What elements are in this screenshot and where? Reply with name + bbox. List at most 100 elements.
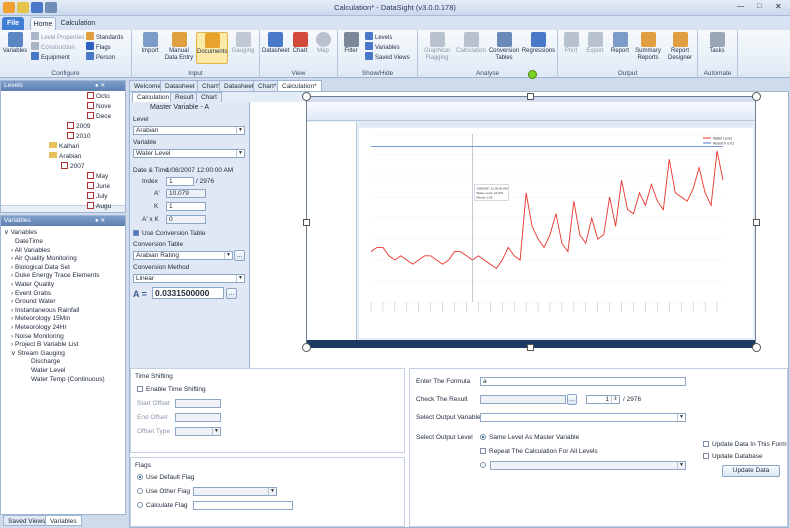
tab-calculation[interactable]: Calculation [58, 17, 98, 30]
variable-item[interactable]: Water Level [31, 367, 65, 376]
variables-pin-icon[interactable]: ● ✕ [95, 217, 105, 224]
rotate-handle[interactable] [528, 70, 537, 79]
result-browse-button[interactable]: … [226, 288, 237, 299]
start-offset-input[interactable] [175, 399, 221, 408]
update-form-checkbox[interactable]: Update Data In This Form [703, 441, 787, 448]
use-other-flag-radio[interactable]: Use Other Flag [137, 488, 190, 495]
graphical-flagging-button[interactable]: Graphical Flagging [420, 32, 454, 62]
resize-handle[interactable] [752, 92, 761, 101]
map-button[interactable]: Map [312, 32, 334, 55]
tab-saved-views[interactable]: Saved Views [3, 515, 51, 526]
variable-item[interactable]: › Ground Water [11, 298, 56, 307]
output-variable-select[interactable]: ▼ [480, 413, 686, 422]
level-row[interactable]: July [87, 192, 108, 201]
doc-tab[interactable]: Calculation* [277, 80, 322, 91]
same-level-radio[interactable]: Same Level As Master Variable [480, 434, 579, 441]
other-level-radio[interactable] [480, 462, 489, 469]
report-button[interactable]: Report [608, 32, 632, 55]
calculate-flag-input[interactable] [193, 501, 293, 510]
k-input[interactable]: 1 [166, 202, 206, 211]
documents-button[interactable]: Documents [196, 32, 228, 64]
regressions-button[interactable]: Regressions [521, 32, 556, 55]
doc-tab[interactable]: Datasheet [160, 80, 200, 91]
saved-views-toggle[interactable]: Saved Views [365, 52, 410, 63]
import-button[interactable]: Import [138, 32, 162, 55]
resize-handle[interactable] [302, 343, 311, 352]
index-input[interactable]: 1 [166, 177, 194, 186]
conversion-tables-button[interactable]: Conversion Tables [488, 32, 520, 62]
variable-item[interactable]: › Duke Energy Trace Elements [11, 272, 100, 281]
conversion-method-select[interactable]: Linear ▼ [133, 274, 245, 283]
variable-item[interactable]: Water Temp (Continuous) [31, 376, 105, 385]
calculation-button[interactable]: Calculation [455, 32, 487, 55]
variable-item[interactable]: ∨ Stream Gauging [11, 350, 65, 359]
level-row[interactable]: May [87, 172, 108, 181]
resize-handle[interactable] [303, 219, 310, 226]
conversion-table-select[interactable]: Arabian Rating ▼ [133, 251, 233, 260]
level-row[interactable]: Dece [87, 112, 111, 121]
variable-select[interactable]: Water Level ▼ [133, 149, 245, 158]
variable-item[interactable]: › Instantaneous Rainfall [11, 307, 79, 316]
variable-item[interactable]: › Meteorology 24Hr [11, 324, 67, 333]
chart-button[interactable]: Chart [289, 32, 311, 55]
formula-input[interactable]: a [480, 377, 686, 386]
gauging-button[interactable]: Gauging [229, 32, 257, 55]
level-row[interactable]: Nove [87, 102, 111, 111]
tab-file[interactable]: File [2, 17, 24, 30]
update-database-checkbox[interactable]: Update Database [703, 453, 763, 460]
close-icon[interactable]: ✕ [775, 2, 782, 11]
resize-handle[interactable] [302, 92, 311, 101]
filter-button[interactable]: Filter [340, 32, 362, 55]
equipment-button[interactable]: Equipment [31, 52, 70, 63]
embedded-screenshot[interactable]: Water Level Result X 0.01 1/08/2007 12:00:… [306, 96, 756, 348]
use-conversion-checkbox[interactable]: Use Conversion Table [133, 230, 205, 237]
tab-variables[interactable]: Variables [45, 515, 82, 526]
level-row[interactable]: 2010 [67, 132, 90, 141]
resize-handle[interactable] [527, 93, 534, 100]
variables-button[interactable]: Variables [2, 32, 28, 55]
level-row[interactable]: Arabian [49, 152, 81, 161]
repeat-all-levels-checkbox[interactable]: Repeat The Calculation For All Levels [480, 448, 598, 455]
maximize-icon[interactable]: □ [757, 3, 761, 10]
other-flag-select[interactable]: ▼ [193, 487, 277, 496]
sub-tab[interactable]: Chart [196, 92, 222, 102]
check-index-input[interactable]: 1 ⇕ [586, 395, 620, 404]
print-button[interactable]: Print [560, 32, 582, 55]
variable-item[interactable]: › Project B Variable List [11, 341, 78, 350]
minimize-icon[interactable]: — [737, 3, 744, 10]
sub-tab[interactable]: Calculation [132, 92, 175, 102]
tab-home[interactable]: Home [30, 17, 56, 30]
other-level-select[interactable]: ▼ [490, 461, 686, 470]
level-select[interactable]: Arabian ▼ [133, 126, 245, 135]
use-default-flag-radio[interactable]: Use Default Flag [137, 474, 194, 481]
resize-handle[interactable] [527, 344, 534, 351]
level-row[interactable]: June [87, 182, 110, 191]
variable-item[interactable]: › Meteorology 15Min [11, 315, 70, 324]
level-row[interactable]: 2009 [67, 122, 90, 131]
variable-item[interactable]: › Event Grabs [11, 290, 51, 299]
end-offset-input[interactable] [175, 413, 221, 422]
variables-root[interactable]: ∨ Variables [4, 229, 37, 238]
tasks-button[interactable]: Tasks [704, 32, 730, 55]
variable-item[interactable]: › Biological Data Set [11, 264, 70, 273]
report-designer-button[interactable]: Report Designer [664, 32, 696, 62]
sub-tab[interactable]: Result [170, 92, 199, 102]
export-button[interactable]: Export [583, 32, 607, 55]
summary-reports-button[interactable]: Summary Reports [633, 32, 663, 62]
resize-handle[interactable] [752, 343, 761, 352]
enable-time-shifting-checkbox[interactable]: Enable Time Shifting [137, 386, 206, 393]
variable-item[interactable]: DateTime [15, 238, 43, 247]
pane-pin-icon[interactable]: ● ✕ [95, 82, 105, 89]
level-row[interactable]: Augu [87, 202, 111, 211]
level-row[interactable]: 2007 [61, 162, 84, 171]
calculate-flag-radio[interactable]: Calculate Flag [137, 502, 188, 509]
variable-item[interactable]: › Water Quality [11, 281, 54, 290]
resize-handle[interactable] [753, 219, 760, 226]
person-button[interactable]: Person [86, 52, 115, 63]
variable-item[interactable]: Discharge [31, 358, 60, 367]
datasheet-button[interactable]: Datasheet [262, 32, 289, 55]
conversion-table-browse-button[interactable]: … [234, 250, 245, 261]
variable-item[interactable]: › All Variables [11, 247, 50, 256]
variable-item[interactable]: › Noise Monitoring [11, 333, 64, 342]
level-row[interactable]: Kalhari [49, 142, 79, 151]
